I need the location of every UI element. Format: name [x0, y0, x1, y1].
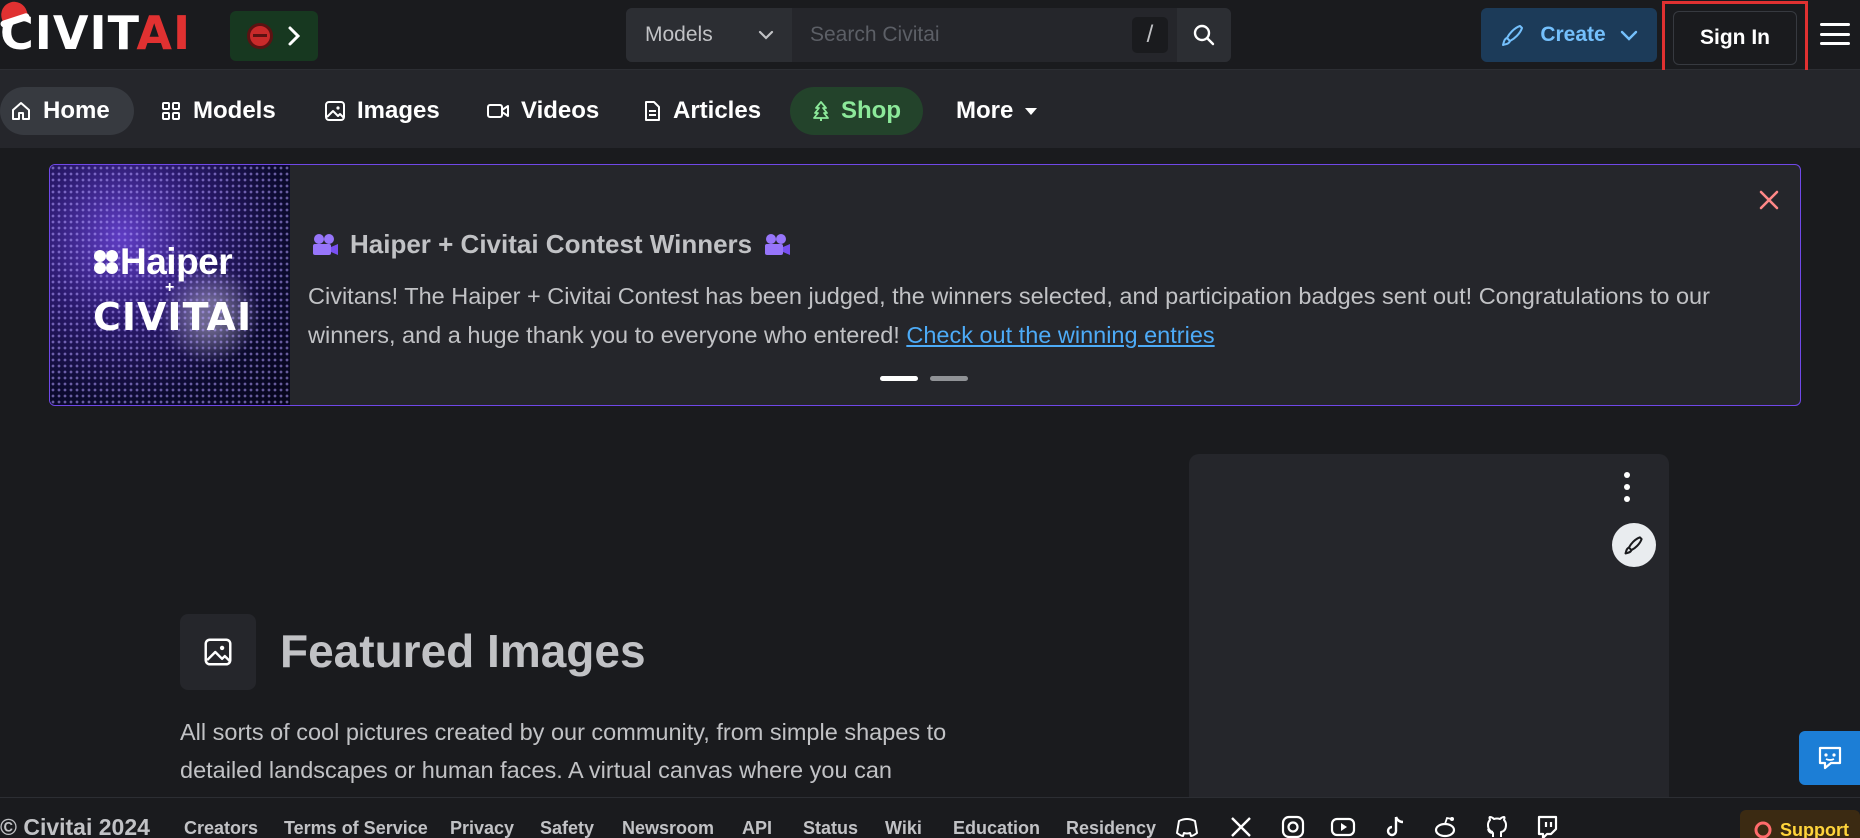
nav-articles-label: Articles	[673, 97, 762, 124]
footer-link-terms[interactable]: Terms of Service	[284, 818, 428, 838]
banner-art-haiper: Haiper	[92, 241, 233, 283]
winning-entries-link[interactable]: Check out the winning entries	[906, 322, 1214, 348]
search-category-select[interactable]: Models	[626, 8, 792, 62]
main-nav: Home Models Images Videos Articles Shop …	[0, 70, 1860, 148]
close-icon[interactable]	[1756, 187, 1782, 213]
create-label: Create	[1540, 23, 1606, 46]
featured-images-description: All sorts of cool pictures created by ou…	[180, 719, 947, 783]
reddit-icon[interactable]	[1432, 814, 1458, 838]
feedback-chat-button[interactable]	[1799, 731, 1860, 785]
banner-body: Civitans! The Haiper + Civitai Contest h…	[308, 277, 1768, 355]
nav-shop-label: Shop	[841, 97, 901, 124]
footer-link-privacy[interactable]: Privacy	[450, 818, 514, 838]
banner-artwork: Haiper + CIVITAI	[50, 165, 290, 405]
footer-link-creators[interactable]: Creators	[184, 818, 258, 838]
footer-link-safety[interactable]: Safety	[540, 818, 594, 838]
caret-down-icon	[1025, 108, 1038, 115]
nav-videos-label: Videos	[521, 97, 600, 124]
ornament-icon	[247, 23, 273, 49]
banner-title-text: Haiper + Civitai Contest Winners	[350, 229, 753, 259]
nav-models[interactable]: Models	[148, 87, 288, 135]
tree-icon	[813, 101, 829, 121]
footer-link-status[interactable]: Status	[803, 818, 858, 838]
nav-home[interactable]: Home	[0, 87, 134, 135]
footer-link-residency[interactable]: Residency	[1066, 818, 1156, 838]
search-button[interactable]	[1177, 8, 1231, 62]
movie-camera-icon	[313, 233, 338, 255]
home-icon	[12, 102, 30, 120]
photo-icon	[204, 638, 232, 666]
chat-icon	[1818, 746, 1841, 770]
featured-image-card[interactable]	[1189, 454, 1669, 838]
create-button[interactable]: Create	[1481, 8, 1657, 62]
nav-images[interactable]: Images	[312, 87, 452, 135]
carousel-indicators	[880, 376, 968, 381]
signin-highlight: Sign In	[1662, 1, 1808, 74]
banner-title: Haiper + Civitai Contest Winners	[310, 229, 792, 260]
footer-link-education[interactable]: Education	[953, 818, 1040, 838]
file-text-icon	[645, 101, 660, 121]
chevron-down-icon	[758, 30, 774, 40]
search-icon	[1193, 24, 1215, 46]
footer-link-wiki[interactable]: Wiki	[885, 818, 922, 838]
video-icon	[487, 104, 509, 118]
tiktok-icon[interactable]	[1382, 814, 1408, 838]
instagram-icon[interactable]	[1280, 814, 1306, 838]
nav-images-label: Images	[357, 97, 440, 124]
brush-icon	[1502, 25, 1524, 46]
search-input[interactable]	[792, 8, 1177, 62]
footer-copyright: © Civitai 2024	[0, 814, 150, 838]
photo-icon	[325, 101, 345, 121]
search-category-label: Models	[645, 23, 713, 46]
github-icon[interactable]	[1484, 814, 1510, 838]
more-options-icon[interactable]	[1622, 472, 1632, 502]
remix-button[interactable]	[1612, 523, 1656, 567]
nav-models-label: Models	[193, 97, 276, 124]
support-label: Support	[1780, 819, 1849, 838]
nav-home-label: Home	[43, 97, 110, 124]
featured-images-title: Featured Images	[280, 625, 646, 677]
menu-icon[interactable]	[1820, 20, 1850, 48]
twitch-icon[interactable]	[1534, 814, 1560, 838]
footer-link-newsroom[interactable]: Newsroom	[622, 818, 714, 838]
brush-icon	[1624, 536, 1643, 555]
support-button[interactable]: Support	[1740, 810, 1860, 838]
nav-videos[interactable]: Videos	[474, 87, 611, 135]
holiday-event-button[interactable]	[230, 11, 318, 61]
carousel-dot-2[interactable]	[930, 376, 968, 381]
search-bar: Models /	[626, 8, 1231, 62]
x-icon[interactable]	[1228, 814, 1254, 838]
discord-icon[interactable]	[1174, 814, 1200, 838]
nav-shop[interactable]: Shop	[790, 87, 923, 135]
signin-button[interactable]: Sign In	[1673, 10, 1797, 65]
grid-icon	[162, 102, 180, 120]
footer: © Civitai 2024 Creators Terms of Service…	[0, 797, 1860, 838]
nav-more-label: More	[956, 97, 1014, 124]
footer-link-api[interactable]: API	[742, 818, 772, 838]
youtube-icon[interactable]	[1330, 814, 1356, 838]
civitai-logo[interactable]: CIVITAI	[0, 0, 191, 60]
haiper-logo-icon	[94, 250, 118, 274]
nav-more[interactable]: More	[944, 87, 1050, 135]
chevron-right-icon	[288, 26, 301, 46]
nav-articles[interactable]: Articles	[630, 87, 773, 135]
featured-images-icon-box	[180, 614, 256, 690]
top-header: CIVITAI Models / Create Sign In	[0, 0, 1860, 74]
announcement-banner: Haiper + CIVITAI Haiper + Civitai Contes…	[49, 164, 1801, 406]
search-shortcut-key: /	[1132, 17, 1168, 53]
chevron-down-icon	[1620, 30, 1637, 41]
santa-hat-icon	[0, 0, 29, 24]
lifebuoy-icon	[1754, 821, 1772, 838]
carousel-dot-1[interactable]	[880, 376, 918, 381]
banner-art-civitai: CIVITAI	[93, 295, 253, 339]
movie-camera-icon	[765, 233, 791, 255]
